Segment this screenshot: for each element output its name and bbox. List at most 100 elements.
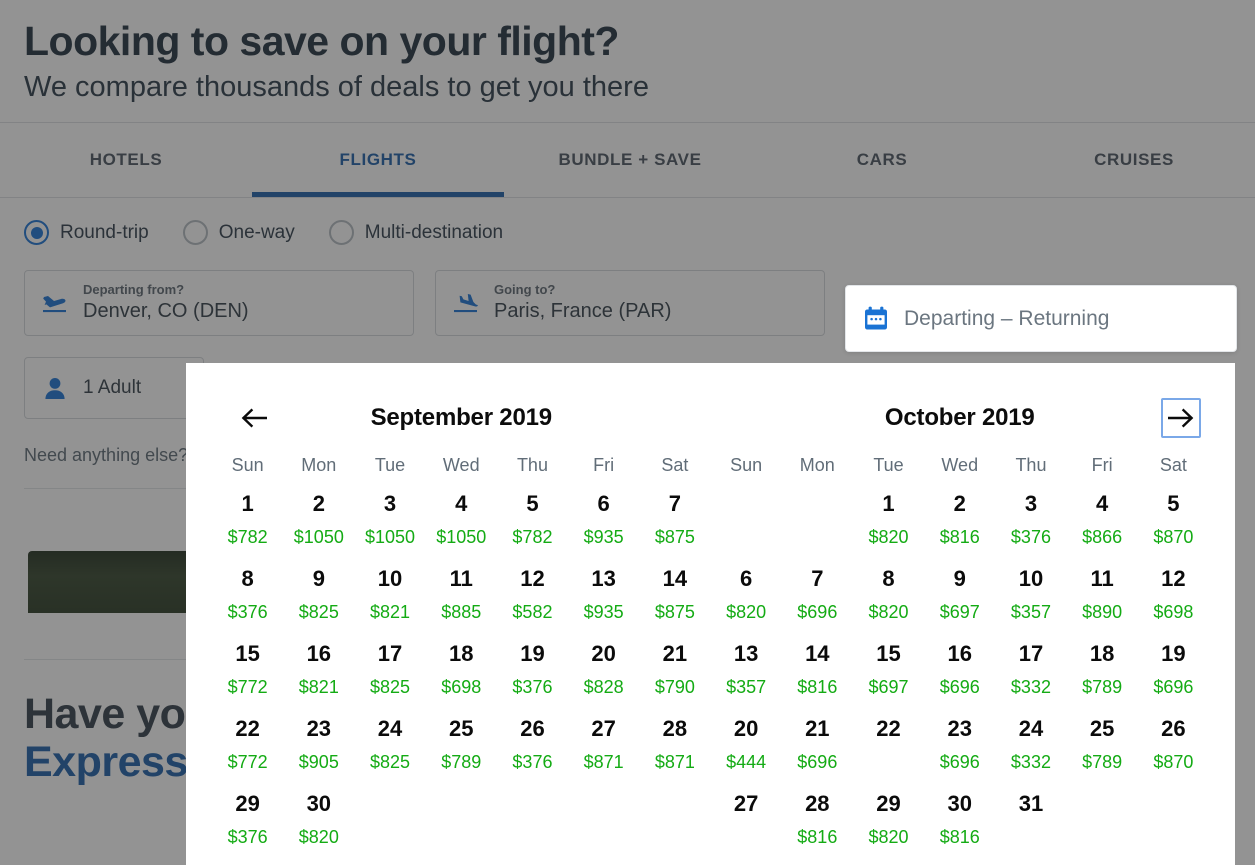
day-number: 1: [882, 491, 895, 516]
weekday-tue: Tue: [374, 455, 406, 475]
day-cell[interactable]: 6 $820: [711, 557, 782, 632]
day-cell[interactable]: 19 $696: [1138, 632, 1209, 707]
day-cell[interactable]: 1 $820: [853, 482, 924, 557]
day-number: 20: [733, 716, 759, 741]
day-number: 29: [876, 791, 901, 816]
day-cell[interactable]: 9 $825: [283, 557, 354, 632]
day-cell[interactable]: 5 $870: [1138, 482, 1209, 557]
day-cell[interactable]: 10 $357: [995, 557, 1066, 632]
weekday-mon: Mon: [301, 455, 337, 475]
day-cell[interactable]: 15 $697: [853, 632, 924, 707]
day-cell[interactable]: 5 $782: [497, 482, 568, 557]
day-cell[interactable]: 25 $789: [426, 707, 497, 782]
weekday-fri: Fri: [1091, 455, 1113, 475]
day-cell[interactable]: 8 $820: [853, 557, 924, 632]
day-cell[interactable]: 3 $1050: [354, 482, 425, 557]
day-cell[interactable]: 13 $357: [711, 632, 782, 707]
day-cell[interactable]: 29 $820: [853, 782, 924, 857]
day-price: $696: [797, 752, 838, 773]
day-cell[interactable]: 30 $820: [283, 782, 354, 857]
day-cell[interactable]: 4 $866: [1067, 482, 1138, 557]
weekday-tue: Tue: [873, 455, 904, 475]
day-price: $696: [797, 602, 838, 623]
day-price: $870: [1153, 752, 1194, 773]
day-cell[interactable]: 18 $698: [426, 632, 497, 707]
day-cell[interactable]: 13 $935: [568, 557, 639, 632]
day-number: 25: [449, 716, 474, 741]
day-number: 17: [1018, 641, 1044, 666]
day-cell[interactable]: 23 $905: [283, 707, 354, 782]
day-cell[interactable]: 23 $696: [924, 707, 995, 782]
day-cell-empty: [782, 482, 853, 557]
day-cell[interactable]: 24 $825: [354, 707, 425, 782]
day-price: $870: [1153, 527, 1194, 548]
day-price: $789: [1082, 752, 1123, 773]
day-price: $696: [1153, 677, 1194, 698]
day-cell[interactable]: 31: [995, 782, 1066, 857]
day-price: $821: [370, 602, 411, 623]
day-cell[interactable]: 27: [711, 782, 782, 857]
day-cell[interactable]: 16 $696: [924, 632, 995, 707]
day-cell[interactable]: 4 $1050: [426, 482, 497, 557]
day-cell[interactable]: 10 $821: [354, 557, 425, 632]
day-number: 27: [733, 791, 759, 816]
day-cell[interactable]: 28 $871: [639, 707, 710, 782]
day-cell[interactable]: 2 $1050: [283, 482, 354, 557]
day-cell[interactable]: 20 $444: [711, 707, 782, 782]
day-cell[interactable]: 9 $697: [924, 557, 995, 632]
day-cell[interactable]: 20 $828: [568, 632, 639, 707]
day-number: 18: [449, 641, 474, 666]
day-number: 10: [377, 566, 403, 591]
day-cell[interactable]: 1 $782: [212, 482, 283, 557]
day-cell[interactable]: 25 $789: [1067, 707, 1138, 782]
day-price: $782: [227, 527, 268, 548]
day-cell[interactable]: 21 $790: [639, 632, 710, 707]
dates-field[interactable]: Departing – Returning: [845, 285, 1237, 352]
day-cell[interactable]: 17 $825: [354, 632, 425, 707]
day-cell[interactable]: 19 $376: [497, 632, 568, 707]
calendar-months: September 2019 Sun Mon Tue Wed Thu Fri S…: [212, 381, 1209, 857]
day-cell[interactable]: 26 $376: [497, 707, 568, 782]
day-price: $696: [939, 677, 980, 698]
day-cell[interactable]: 6 $935: [568, 482, 639, 557]
day-price: $825: [370, 752, 411, 773]
day-cell[interactable]: 22: [853, 707, 924, 782]
day-number: 26: [1161, 716, 1186, 741]
day-cell[interactable]: 15 $772: [212, 632, 283, 707]
day-cell[interactable]: 17 $332: [995, 632, 1066, 707]
day-cell[interactable]: 2 $816: [924, 482, 995, 557]
day-cell[interactable]: 21 $696: [782, 707, 853, 782]
weekday-header-september: Sun Mon Tue Wed Thu Fri Sat: [212, 455, 711, 476]
previous-month-button[interactable]: [234, 398, 274, 438]
day-number: 23: [947, 716, 972, 741]
day-cell[interactable]: 7 $696: [782, 557, 853, 632]
day-cell[interactable]: 26 $870: [1138, 707, 1209, 782]
day-cell[interactable]: 12 $582: [497, 557, 568, 632]
day-cell[interactable]: 14 $816: [782, 632, 853, 707]
day-cell[interactable]: 11 $885: [426, 557, 497, 632]
day-cell[interactable]: 27 $871: [568, 707, 639, 782]
day-cell[interactable]: 28 $816: [782, 782, 853, 857]
day-cell[interactable]: 8 $376: [212, 557, 283, 632]
day-number: 12: [1161, 566, 1186, 591]
calendar-title-september: September 2019: [370, 404, 553, 431]
day-cell[interactable]: 3 $376: [995, 482, 1066, 557]
day-cell[interactable]: 18 $789: [1067, 632, 1138, 707]
day-cell[interactable]: 30 $816: [924, 782, 995, 857]
next-month-button[interactable]: [1161, 398, 1201, 438]
day-number: 22: [235, 716, 260, 741]
day-number: 2: [953, 491, 966, 516]
day-cell[interactable]: 12 $698: [1138, 557, 1209, 632]
day-cell[interactable]: 7 $875: [639, 482, 710, 557]
day-price: $1050: [365, 527, 416, 548]
day-price: $1050: [293, 527, 344, 548]
day-cell[interactable]: 24 $332: [995, 707, 1066, 782]
day-cell[interactable]: 29 $376: [212, 782, 283, 857]
day-price: $935: [583, 602, 624, 623]
day-price: $376: [227, 827, 268, 848]
day-price: $828: [583, 677, 624, 698]
day-cell[interactable]: 11 $890: [1067, 557, 1138, 632]
day-cell[interactable]: 22 $772: [212, 707, 283, 782]
day-cell[interactable]: 14 $875: [639, 557, 710, 632]
day-cell[interactable]: 16 $821: [283, 632, 354, 707]
